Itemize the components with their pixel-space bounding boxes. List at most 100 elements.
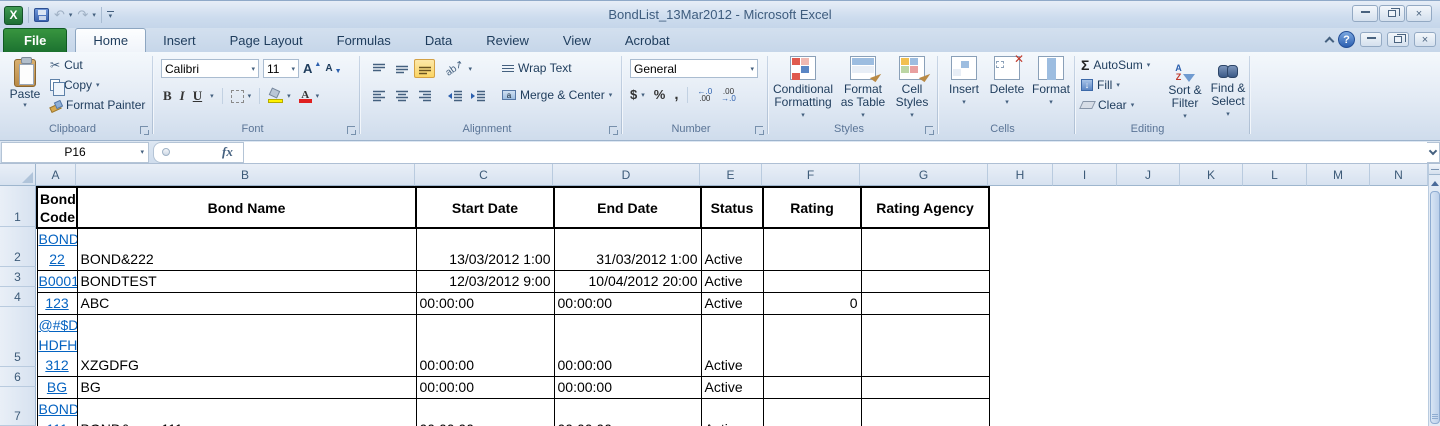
row-header-4[interactable]: 4 [0,287,36,307]
vertical-scrollbar[interactable] [1428,164,1440,426]
name-box[interactable]: P16▾ [1,142,149,163]
cell-rating-agency[interactable] [861,399,989,426]
insert-function-button[interactable]: fx [222,144,233,160]
autosum-button[interactable]: ΣAutoSum▾ [1081,58,1150,72]
excel-logo-icon[interactable]: X [4,6,23,25]
save-icon[interactable] [34,8,49,22]
insert-cells-button[interactable]: Insert ▾ [944,56,984,109]
borders-button[interactable]: ▾ [231,90,252,103]
tab-view[interactable]: View [546,29,608,53]
format-painter-button[interactable]: Format Painter [50,98,145,112]
bold-button[interactable]: B [163,88,172,104]
bond-code-link[interactable]: HDFH1 [39,335,76,355]
restore-button[interactable] [1379,5,1405,22]
cell-bond-code[interactable]: BG [37,377,77,399]
clear-button[interactable]: Clear▾ [1081,98,1150,112]
tab-data[interactable]: Data [408,29,469,53]
bond-code-link[interactable]: B0001 [39,271,76,291]
scrollbar-split-handle[interactable] [1429,164,1440,175]
align-left-button[interactable] [368,86,389,105]
cell-bond-code[interactable]: BOND1111 [37,399,77,426]
bond-code-link[interactable]: BOND1 [39,399,76,419]
row-header-1[interactable]: 1 [0,186,36,227]
cell-status[interactable]: Active [701,228,763,271]
cell-end-date[interactable]: 00:00:00 [554,293,701,315]
clipboard-dialog-launcher[interactable] [140,126,148,134]
delete-cells-button[interactable]: ✕ Delete ▾ [986,56,1028,109]
header-start-date[interactable]: Start Date [416,187,554,228]
comma-style-button[interactable]: , [674,86,678,103]
cell-rating[interactable]: 0 [763,293,861,315]
column-header-B[interactable]: B [76,164,415,186]
tab-home[interactable]: Home [75,28,146,52]
align-bottom-button[interactable] [414,59,435,78]
header-status[interactable]: Status [701,187,763,228]
alignment-dialog-launcher[interactable] [609,126,617,134]
column-header-F[interactable]: F [762,164,860,186]
redo-button[interactable]: ↷▾ [77,8,95,22]
font-name-combo[interactable]: Calibri▾ [161,59,259,78]
column-header-C[interactable]: C [415,164,553,186]
increase-indent-button[interactable] [468,86,489,105]
format-as-table-button[interactable]: Format as Table ▾ [838,56,888,122]
column-header-I[interactable]: I [1053,164,1117,186]
merge-center-button[interactable]: aMerge & Center▾ [502,88,612,102]
tab-formulas[interactable]: Formulas [320,29,408,53]
cell-bond-name[interactable]: BG [77,377,416,399]
decrease-indent-button[interactable] [445,86,466,105]
cell-end-date[interactable]: 00:00:00 [554,399,701,426]
cell-rating[interactable] [763,315,861,377]
number-dialog-launcher[interactable] [755,126,763,134]
underline-button[interactable]: U [193,88,202,104]
cell-rating[interactable] [763,377,861,399]
header-rating[interactable]: Rating [763,187,861,228]
cell-bond-code[interactable]: BOND222 [37,228,77,271]
cell-status[interactable]: Active [701,377,763,399]
percent-style-button[interactable]: % [654,87,666,102]
find-select-button[interactable]: Find & Select ▾ [1207,58,1249,121]
column-header-K[interactable]: K [1180,164,1243,186]
tab-file[interactable]: File [3,28,67,52]
bond-code-link[interactable]: @#$DF [39,315,76,335]
increase-decimal-button[interactable]: ←.0.00 [697,88,712,102]
paste-button[interactable]: Paste ▾ [6,56,44,132]
number-format-combo[interactable]: General▾ [630,59,758,78]
styles-dialog-launcher[interactable] [925,126,933,134]
format-cells-button[interactable]: Format ▾ [1030,56,1072,109]
cell-bond-name[interactable]: XZGDFG [77,315,416,377]
tab-acrobat[interactable]: Acrobat [608,29,687,53]
align-right-button[interactable] [414,86,435,105]
tab-page-layout[interactable]: Page Layout [213,29,320,53]
italic-button[interactable]: I [180,88,185,104]
header-end-date[interactable]: End Date [554,187,701,228]
cell-bond-code[interactable]: 123 [37,293,77,315]
cell-rating-agency[interactable] [861,228,989,271]
cell-start-date[interactable]: 00:00:00 [416,377,554,399]
accounting-format-button[interactable]: $▾ [630,87,645,102]
column-header-D[interactable]: D [553,164,700,186]
cell-start-date[interactable]: 00:00:00 [416,293,554,315]
sort-filter-button[interactable]: AZ Sort & Filter ▾ [1163,58,1207,123]
decrease-decimal-button[interactable]: .00→.0 [721,88,736,102]
column-header-A[interactable]: A [36,164,76,186]
select-all-corner[interactable] [0,164,36,186]
cell-rating-agency[interactable] [861,377,989,399]
cell-end-date[interactable]: 00:00:00 [554,377,701,399]
header-bond-name[interactable]: Bond Name [77,187,416,228]
cell-styles-button[interactable]: Cell Styles ▾ [890,56,934,122]
column-header-N[interactable]: N [1370,164,1428,186]
close-button[interactable]: × [1406,5,1432,22]
cell-start-date[interactable]: 13/03/2012 1:00 [416,228,554,271]
column-header-L[interactable]: L [1243,164,1307,186]
bond-code-link[interactable]: 123 [39,293,76,313]
row-header-2[interactable]: 2 [0,227,36,267]
cell-status[interactable]: Active [701,293,763,315]
shrink-font-button[interactable]: A▼ [325,62,341,75]
cell-bond-name[interactable]: BOND&222 [77,228,416,271]
bond-code-link[interactable]: 312 [39,355,76,375]
font-size-combo[interactable]: 11▾ [263,59,299,78]
customize-qat-button[interactable]: ▾ [107,11,114,19]
scrollbar-thumb[interactable] [1430,191,1440,424]
row-header-6[interactable]: 6 [0,367,36,387]
column-header-J[interactable]: J [1117,164,1180,186]
